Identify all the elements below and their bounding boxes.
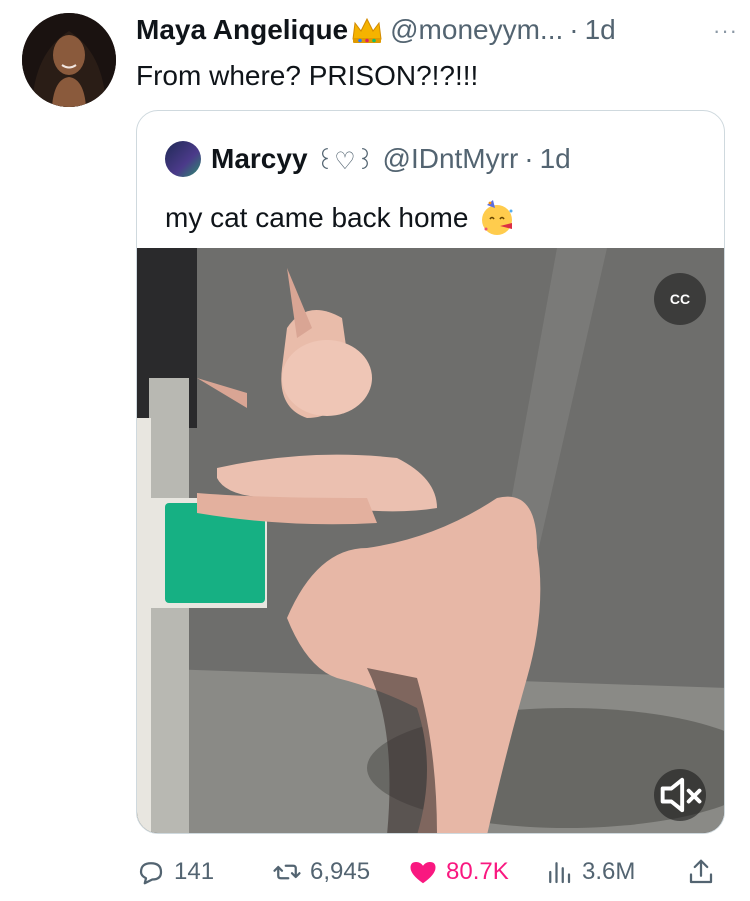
quote-text-row: my cat came back home bbox=[165, 199, 516, 237]
video-frame-image bbox=[137, 248, 724, 833]
captions-button[interactable]: CC bbox=[654, 273, 706, 325]
author-name[interactable]: Maya Angelique bbox=[136, 14, 348, 46]
mute-button[interactable] bbox=[654, 769, 706, 821]
quote-author-avatar[interactable] bbox=[165, 141, 201, 177]
heart-filled-icon bbox=[410, 862, 436, 884]
like-count: 80.7K bbox=[446, 858, 509, 885]
quote-time[interactable]: 1d bbox=[540, 143, 571, 175]
reply-button[interactable]: 141 bbox=[136, 852, 214, 892]
like-button[interactable]: 80.7K bbox=[408, 852, 509, 892]
tweet-time[interactable]: 1d bbox=[585, 14, 616, 46]
heart-decoration: ꒰♡꒱ bbox=[315, 147, 375, 175]
repost-icon bbox=[273, 864, 301, 880]
repost-count: 6,945 bbox=[310, 858, 371, 885]
video-player[interactable]: CC bbox=[137, 248, 724, 833]
share-button[interactable] bbox=[686, 852, 724, 892]
quote-text: my cat came back home bbox=[165, 202, 469, 233]
views-bar-chart-icon bbox=[549, 862, 571, 884]
quote-separator-dot: · bbox=[524, 143, 534, 174]
reply-count: 141 bbox=[174, 858, 215, 885]
tweet-text: From where? PRISON?!?!!! bbox=[136, 60, 479, 91]
tweet-header: Maya Angelique @moneyym... · 1d ··· bbox=[136, 10, 738, 50]
views-count: 3.6M bbox=[582, 858, 636, 885]
quoted-tweet[interactable]: Marcyy ꒰♡꒱ @IDntMyrr · 1d my cat came ba… bbox=[136, 110, 725, 834]
avatar-image bbox=[22, 13, 116, 107]
quote-author-handle[interactable]: @IDntMyrr bbox=[383, 143, 519, 175]
reply-icon bbox=[139, 862, 163, 885]
speaker-muted-icon bbox=[660, 777, 702, 813]
crown-icon bbox=[352, 17, 382, 43]
author-handle[interactable]: @moneyym... bbox=[390, 14, 563, 46]
quote-header: Marcyy ꒰♡꒱ @IDntMyrr · 1d bbox=[165, 139, 571, 179]
views-button[interactable]: 3.6M bbox=[544, 852, 635, 892]
separator-dot: · bbox=[569, 14, 579, 45]
share-icon bbox=[689, 859, 713, 884]
captions-label: CC bbox=[669, 291, 691, 307]
action-bar: 141 6,945 80.7K 3.6M bbox=[136, 852, 728, 892]
repost-button[interactable]: 6,945 bbox=[272, 852, 370, 892]
author-avatar[interactable] bbox=[22, 13, 116, 107]
partying-face-emoji-icon bbox=[482, 200, 513, 235]
more-options-icon[interactable]: ··· bbox=[713, 18, 738, 44]
quote-author-name[interactable]: Marcyy bbox=[211, 143, 308, 175]
